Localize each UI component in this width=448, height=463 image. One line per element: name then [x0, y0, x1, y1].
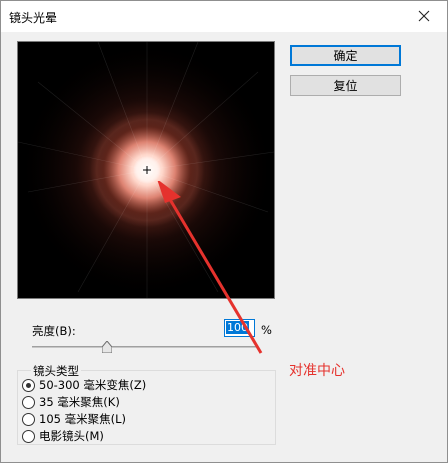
- radio-button[interactable]: [22, 429, 35, 443]
- radio-label: 35 毫米聚焦(K): [39, 395, 120, 409]
- radio-button[interactable]: [22, 412, 35, 426]
- reset-button[interactable]: 复位: [290, 75, 401, 96]
- radio-button[interactable]: [22, 395, 35, 409]
- lens-option-50-300[interactable]: 50-300 毫米变焦(Z): [22, 377, 146, 393]
- brightness-label: 亮度(B):: [32, 324, 76, 338]
- lens-option-35[interactable]: 35 毫米聚焦(K): [22, 394, 120, 410]
- title-bar: 镜头光晕: [1, 1, 447, 32]
- lens-flare-dialog: 镜头光晕 确定 复位 亮度(B): 100 % 镜头类型 50-300 毫米变焦…: [0, 0, 448, 463]
- slider-thumb-icon[interactable]: [101, 341, 112, 353]
- annotation-text: 对准中心: [289, 363, 345, 379]
- radio-button[interactable]: [22, 378, 35, 392]
- close-icon: [418, 10, 430, 22]
- radio-label: 105 毫米聚焦(L): [39, 412, 126, 426]
- ok-button[interactable]: 确定: [290, 45, 401, 66]
- annotation-arrow: [157, 181, 263, 354]
- lens-option-movie[interactable]: 电影镜头(M): [22, 428, 104, 444]
- radio-label: 电影镜头(M): [39, 429, 104, 443]
- lens-option-105[interactable]: 105 毫米聚焦(L): [22, 411, 126, 427]
- close-button[interactable]: [407, 1, 441, 31]
- radio-label: 50-300 毫米变焦(Z): [39, 378, 147, 392]
- dialog-title: 镜头光晕: [9, 11, 58, 25]
